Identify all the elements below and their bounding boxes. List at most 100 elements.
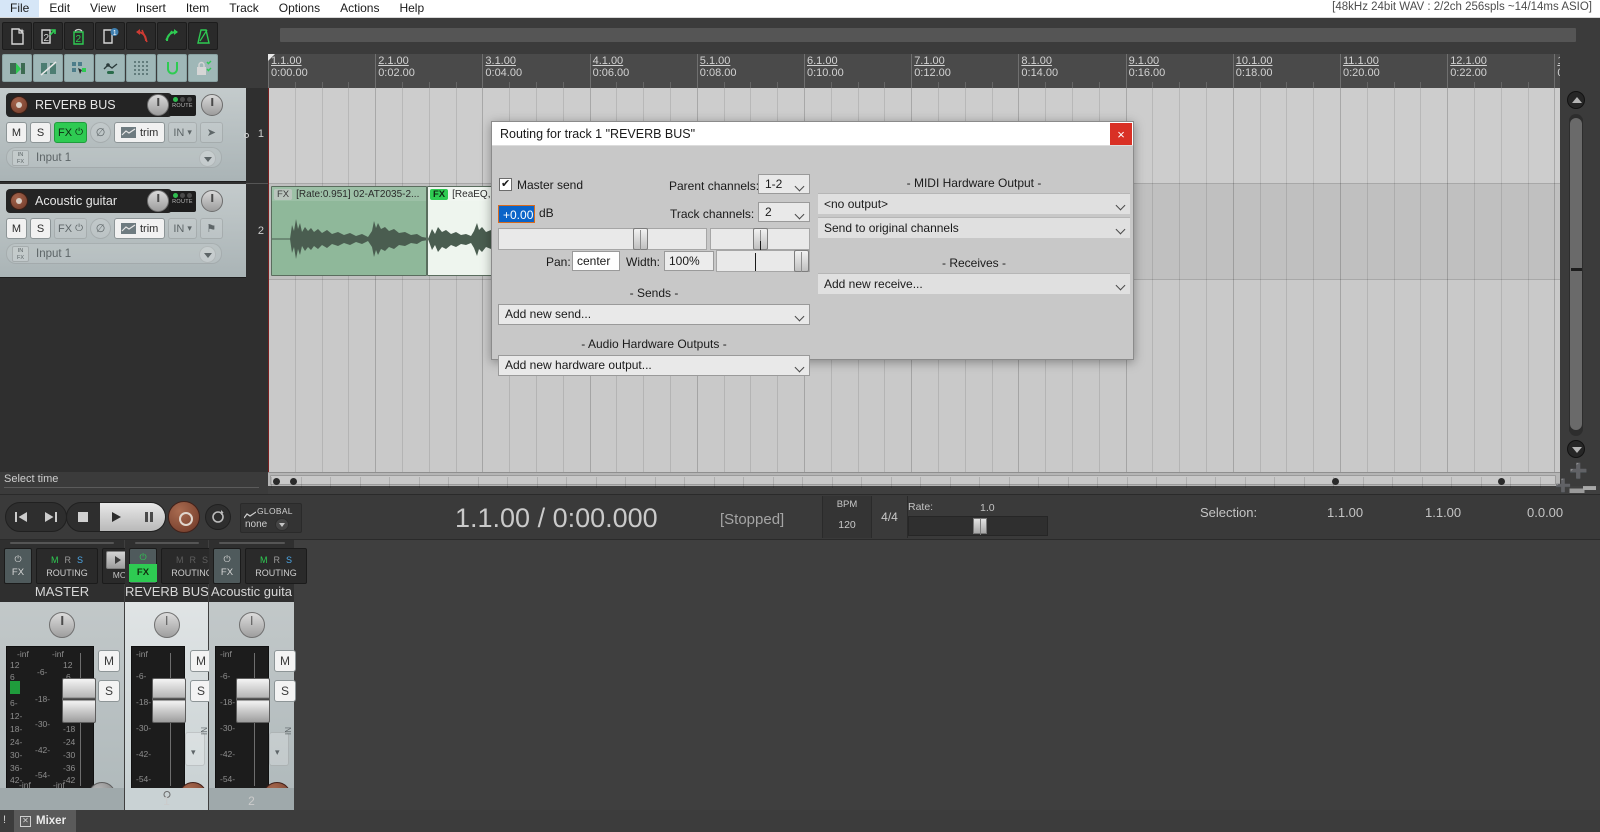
repeat-icon[interactable]	[205, 504, 231, 530]
record-icon[interactable]	[168, 501, 200, 533]
width-slider-thumb[interactable]	[794, 250, 809, 272]
midi-send-channels-select[interactable]: Send to original channels	[818, 217, 1130, 238]
track-envelope-button[interactable]: trim	[113, 122, 166, 143]
track-input-monitor-button[interactable]: IN ▾	[168, 218, 197, 239]
menu-item-insert[interactable]: Insert	[126, 0, 176, 17]
track-route-button[interactable]: ROUTE	[169, 95, 196, 116]
zoom-out-icon[interactable]: ▬	[1583, 478, 1596, 493]
mixer-mute-button-guitar[interactable]: M	[274, 650, 296, 672]
track-pan-knob[interactable]	[147, 94, 169, 116]
track-solo-button[interactable]: S	[30, 218, 51, 239]
menu-item-item[interactable]: Item	[176, 0, 219, 17]
time-signature-field[interactable]: 4/4	[872, 496, 908, 538]
selection-end-value[interactable]: 1.1.00	[1425, 505, 1461, 520]
mixer-fx-button-master[interactable]: ⏻ FX	[4, 548, 32, 584]
close-icon[interactable]: ✕	[20, 815, 31, 827]
loop-icon[interactable]	[157, 54, 187, 82]
selection-start-value[interactable]: 1.1.00	[1327, 505, 1363, 520]
mixer-mute-button-master[interactable]: M	[98, 650, 120, 672]
vertical-scroll-thumb[interactable]	[1570, 118, 1582, 430]
mixer-strip-master[interactable]: ⏻ FX M R S ROUTING MASTER -inf -inf 12 1…	[0, 540, 150, 820]
mixer-solo-button-master[interactable]: S	[98, 680, 120, 702]
record-arm-icon[interactable]	[10, 96, 28, 114]
add-new-hardware-output-select[interactable]: Add new hardware output...	[498, 355, 810, 376]
loop-end-handle-icon[interactable]	[290, 478, 297, 485]
selection-length-value[interactable]: 0.0.00	[1527, 505, 1563, 520]
mixer-pan-knob-guitar[interactable]	[238, 612, 265, 638]
track-mute-button[interactable]: M	[6, 218, 27, 239]
volume-slider[interactable]	[498, 228, 707, 250]
new-project-icon[interactable]	[2, 22, 32, 50]
bpm-value[interactable]: 120	[823, 519, 871, 531]
track-mute-button[interactable]: M	[6, 122, 27, 143]
grouping-icon[interactable]	[64, 54, 94, 82]
item-fx-badge[interactable]: FX	[274, 188, 293, 200]
marker-handle-icon[interactable]	[1332, 478, 1339, 485]
pan-slider-top[interactable]	[710, 228, 810, 250]
mixer-routing-button-master[interactable]: M R S ROUTING	[36, 548, 98, 584]
master-send-checkbox[interactable]	[499, 177, 512, 191]
track-envelope-button[interactable]: trim	[113, 218, 166, 239]
track-input-selector[interactable]: IN FX Input 1	[6, 243, 222, 264]
power-icon[interactable]: ⏻	[75, 127, 83, 138]
chevron-down-icon[interactable]: ▾	[275, 747, 280, 758]
track-panel-acoustic-guitar[interactable]: Acoustic guitar ROUTE M S FX ⏻ ∅ trim IN…	[0, 184, 246, 278]
mixer-solo-button-guitar[interactable]: S	[274, 680, 296, 702]
track-fx-button[interactable]: FX ⏻	[54, 218, 87, 239]
mixer-strip-acoustic-guitar[interactable]: ⏻ FX M R S ROUTING Acoustic guita -inf -…	[209, 540, 307, 820]
routing-dialog[interactable]: Routing for track 1 "REVERB BUS" × Maste…	[491, 121, 1134, 376]
global-chevron-down-icon[interactable]	[275, 518, 289, 531]
track-phase-icon[interactable]: ∅	[89, 122, 111, 143]
mixer-pan-knob-master[interactable]	[49, 612, 75, 638]
media-item-1[interactable]: FX [Rate:0.951] 02-AT2035-2...	[271, 186, 427, 276]
menu-item-actions[interactable]: Actions	[330, 0, 389, 17]
midi-output-select[interactable]: <no output>	[818, 193, 1130, 214]
undo-icon[interactable]	[126, 22, 156, 50]
play-icon[interactable]	[99, 503, 133, 531]
track-fx-button[interactable]: FX ⏻	[54, 122, 87, 143]
rate-value[interactable]: 1.0	[980, 502, 995, 514]
volume-slider-thumb[interactable]	[633, 228, 648, 250]
menu-item-file[interactable]: File	[0, 0, 40, 17]
global-automation-mode[interactable]: GLOBAL none	[240, 503, 302, 533]
track-pan-knob[interactable]	[147, 190, 169, 212]
track-volume-knob[interactable]	[201, 190, 223, 212]
mixer-fader-master[interactable]	[62, 678, 96, 723]
add-new-receive-select[interactable]: Add new receive...	[818, 273, 1130, 294]
scroll-up-icon[interactable]	[1567, 91, 1585, 109]
track-route-button[interactable]: ROUTE	[169, 191, 196, 212]
track-input-monitor-button[interactable]: IN ▾	[168, 122, 197, 143]
new-track-icon[interactable]: 1	[95, 22, 125, 50]
input-fx-icon[interactable]: IN FX	[12, 149, 29, 166]
chevron-down-icon[interactable]: ▾	[191, 747, 196, 758]
pause-icon[interactable]	[132, 503, 165, 531]
menu-item-options[interactable]: Options	[269, 0, 330, 17]
mixer-fader-reverb[interactable]	[152, 678, 186, 723]
zoom-in-icon[interactable]: ➕	[1555, 478, 1571, 493]
vertical-scrollbar[interactable]: ➕ ▬	[1560, 88, 1600, 497]
parent-channels-select[interactable]: 1-2	[758, 174, 810, 194]
add-new-send-select[interactable]: Add new send...	[498, 304, 810, 325]
pan-input[interactable]: center	[572, 251, 620, 271]
mixer-pan-knob-reverb[interactable]	[153, 612, 180, 638]
redo-icon[interactable]	[157, 22, 187, 50]
rate-slider-thumb[interactable]	[973, 518, 987, 535]
mixer-fx-button-reverb[interactable]: ⏻ FX	[129, 548, 157, 584]
skip-forward-icon[interactable]	[36, 503, 66, 531]
crossfade-icon[interactable]	[33, 54, 63, 82]
item-fx-badge[interactable]: FX	[430, 188, 449, 200]
rate-slider[interactable]	[908, 516, 1048, 536]
grid-icon[interactable]	[126, 54, 156, 82]
input-chevron-down-icon[interactable]	[199, 150, 216, 167]
track-panel-reverb-bus[interactable]: REVERB BUS ROUTE M S FX ⏻ ∅ trim IN ▾ ➤ …	[0, 88, 246, 182]
taskbar-item-mixer[interactable]: ✕ Mixer	[14, 810, 77, 832]
metronome-icon[interactable]	[188, 22, 218, 50]
track-input-selector[interactable]: IN FX Input 1	[6, 147, 222, 168]
menu-item-track[interactable]: Track	[219, 0, 269, 17]
save-project-icon[interactable]: 2	[64, 22, 94, 50]
envelope-icon[interactable]	[95, 54, 125, 82]
menu-item-edit[interactable]: Edit	[39, 0, 80, 17]
mixer-input-button-guitar[interactable]: IN ▾	[269, 727, 293, 766]
track-channels-select[interactable]: 2	[758, 202, 810, 222]
track-solo-button[interactable]: S	[30, 122, 51, 143]
